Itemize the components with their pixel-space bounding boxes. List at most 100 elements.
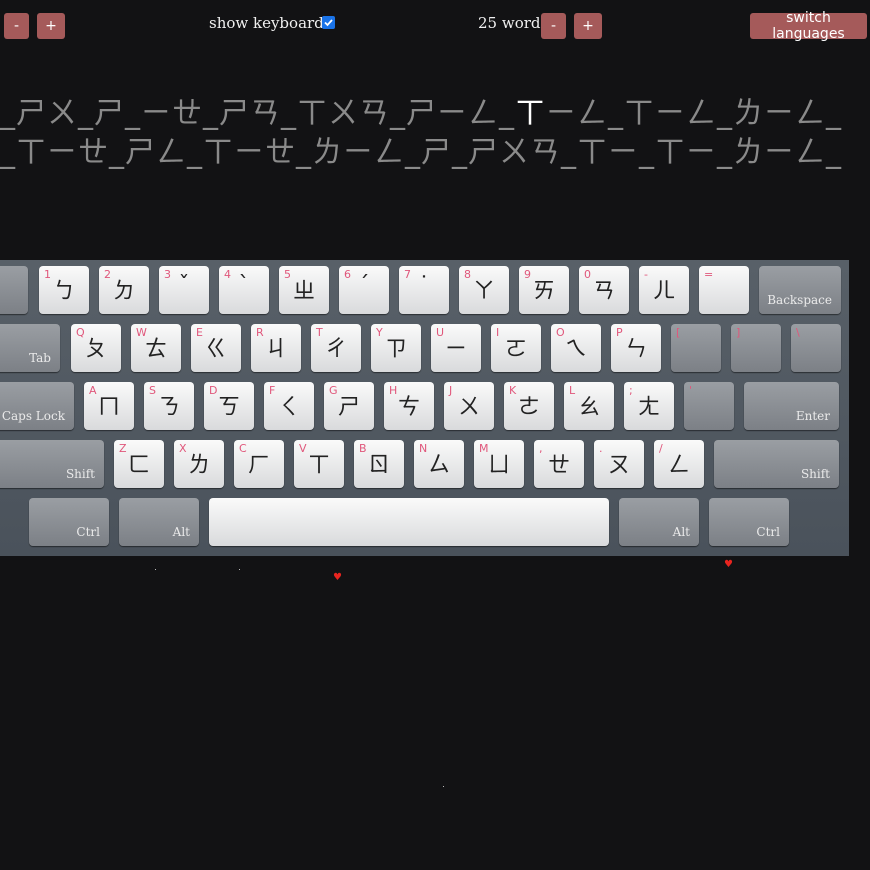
key-row3-1[interactable]: Sㄋ [144, 382, 194, 430]
key-row4-1[interactable]: Xㄌ [174, 440, 224, 488]
key-row2-3[interactable]: Rㄐ [251, 324, 301, 372]
key-row4-9[interactable]: / ㄥ [654, 440, 704, 488]
word-count-increase-button[interactable]: + [574, 13, 602, 39]
key-sub-label: = [704, 268, 714, 281]
key-label: Backspace [767, 293, 832, 307]
key-label: Enter [795, 409, 830, 423]
switch-languages-button[interactable]: switch languages [750, 10, 867, 42]
key-main-label: ㄔ [324, 337, 347, 362]
key-enter[interactable]: Enter [744, 382, 839, 430]
key-row1-9[interactable]: 0ㄢ [579, 266, 629, 314]
key-main-label: ㄊ [144, 337, 167, 362]
key-row4-6[interactable]: Mㄩ [474, 440, 524, 488]
key-main-label: ㄚ [472, 279, 495, 304]
word-count-label: 25 words [478, 14, 549, 32]
key-shift-right[interactable]: Shift [714, 440, 839, 488]
key-main-label: ˙ [418, 273, 430, 298]
key-tab[interactable]: Tab [0, 324, 60, 372]
key-row2-10[interactable]: [ [671, 324, 721, 372]
key-main-label: ㄥ [667, 453, 690, 478]
key-row2-5[interactable]: Yㄗ [371, 324, 421, 372]
key-row2-1[interactable]: Wㄊ [131, 324, 181, 372]
key-main-label: ㄇ [97, 395, 120, 420]
key-row3-4[interactable]: Gㄕ [324, 382, 374, 430]
key-ctrl-left[interactable]: Ctrl [29, 498, 109, 546]
key-row3-9[interactable]: ; ㄤ [624, 382, 674, 430]
key-row1-1[interactable]: 2ㄉ [99, 266, 149, 314]
key-main-label: ㄆ [84, 337, 107, 362]
key-caps-lock[interactable]: Caps Lock [0, 382, 74, 430]
key-row4-2[interactable]: Cㄏ [234, 440, 284, 488]
key-main-label: ㄎ [217, 395, 240, 420]
key-row2-0[interactable]: Qㄆ [71, 324, 121, 372]
key-row1-0[interactable]: 1ㄅ [39, 266, 89, 314]
key-main-label: ㄠ [577, 395, 600, 420]
key-main-label: ㄜ [517, 395, 540, 420]
key-main-label: ㄒ [307, 453, 330, 478]
key-main-label: ㄢ [592, 279, 615, 304]
key-label: Alt [672, 525, 690, 539]
font-size-increase-button[interactable]: + [37, 13, 65, 39]
key-row3-5[interactable]: Hㄘ [384, 382, 434, 430]
key-row4-5[interactable]: Nㄙ [414, 440, 464, 488]
key-row2-9[interactable]: Pㄣ [611, 324, 661, 372]
key-shift-left[interactable]: Shift [0, 440, 104, 488]
key-sub-label: [ [676, 326, 681, 339]
particle [155, 569, 156, 570]
key-row3-6[interactable]: Jㄨ [444, 382, 494, 430]
key-alt-left[interactable]: Alt [119, 498, 199, 546]
key-row3-8[interactable]: Lㄠ [564, 382, 614, 430]
key-label: Alt [172, 525, 190, 539]
key-row2-8[interactable]: Oㄟ [551, 324, 601, 372]
key-row3-3[interactable]: Fㄑ [264, 382, 314, 430]
key-row1-5[interactable]: 6ˊ [339, 266, 389, 314]
key-row2-11[interactable]: ] [731, 324, 781, 372]
key-row3-2[interactable]: Dㄎ [204, 382, 254, 430]
key-row1-11[interactable]: = [699, 266, 749, 314]
key-row3-0[interactable]: Aㄇ [84, 382, 134, 430]
key-row4-0[interactable]: Zㄈ [114, 440, 164, 488]
key-main-label: ㄛ [504, 337, 527, 362]
key-backtick[interactable] [0, 266, 28, 314]
key-row2-2[interactable]: Eㄍ [191, 324, 241, 372]
key-ctrl-right[interactable]: Ctrl [709, 498, 789, 546]
key-row1-2[interactable]: 3ˇ [159, 266, 209, 314]
heart-icon: ♥ [333, 572, 342, 583]
key-row2-12[interactable]: \ [791, 324, 841, 372]
key-row1-3[interactable]: 4ˋ [219, 266, 269, 314]
key-row2-6[interactable]: Uㄧ [431, 324, 481, 372]
key-main-label: ㄅ [52, 279, 75, 304]
key-row1-7[interactable]: 8ㄚ [459, 266, 509, 314]
key-row1-6[interactable]: 7 ˙ [399, 266, 449, 314]
key-row2-7[interactable]: Iㄛ [491, 324, 541, 372]
show-keyboard-label: show keyboard? [209, 14, 332, 32]
key-alt-right[interactable]: Alt [619, 498, 699, 546]
key-row1-10[interactable]: -ㄦ [639, 266, 689, 314]
key-label: Ctrl [756, 525, 780, 539]
key-row4-3[interactable]: Vㄒ [294, 440, 344, 488]
key-main-label: ㄕ [337, 395, 360, 420]
key-main-label: ˊ [358, 273, 370, 298]
key-main-label: ㄗ [384, 337, 407, 362]
key-row1-4[interactable]: 5ㄓ [279, 266, 329, 314]
word-count-decrease-button[interactable]: - [541, 13, 566, 39]
key-main-label: ㄋ [157, 395, 180, 420]
key-row3-7[interactable]: Kㄜ [504, 382, 554, 430]
key-main-label: ㄍ [204, 337, 227, 362]
key-row4-8[interactable]: .ㄡ [594, 440, 644, 488]
key-row3-10[interactable]: ' [684, 382, 734, 430]
key-row2-4[interactable]: Tㄔ [311, 324, 361, 372]
show-keyboard-checkbox[interactable] [322, 16, 335, 29]
key-main-label: ㄐ [264, 337, 287, 362]
key-label: Shift [65, 467, 95, 481]
key-space[interactable] [209, 498, 609, 546]
key-row4-4[interactable]: Bㄖ [354, 440, 404, 488]
key-row4-7[interactable]: ,ㄝ [534, 440, 584, 488]
font-size-decrease-button[interactable]: - [4, 13, 29, 39]
key-main-label: ㄣ [624, 337, 647, 362]
key-backspace[interactable]: Backspace [759, 266, 841, 314]
key-row1-8[interactable]: 9ㄞ [519, 266, 569, 314]
key-main-label: ㄞ [532, 279, 555, 304]
particle [239, 569, 240, 570]
typed-text: _ㄕㄨ_ㄕ_ㄧㄝ_ㄕㄢ_ㄒㄨㄢ_ㄕㄧㄥ_ [0, 96, 515, 131]
